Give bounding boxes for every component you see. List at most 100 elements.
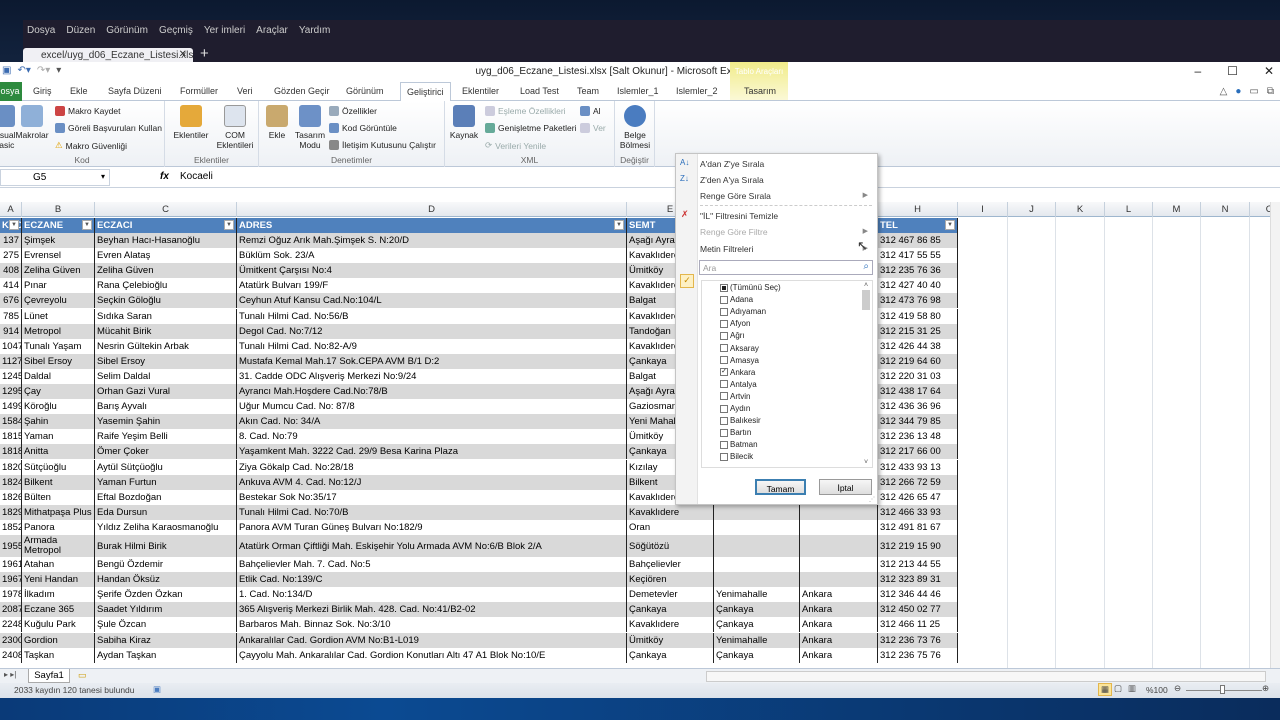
expansion-packs-button[interactable]: Genişletme Paketleri — [485, 123, 576, 133]
cell-i̇l[interactable]: Ankara — [800, 602, 878, 618]
checkbox[interactable] — [720, 344, 728, 352]
filter-list-item[interactable]: ✓ Ankara — [720, 368, 755, 377]
restore-icon[interactable]: ▭ — [1249, 86, 1258, 97]
browser-menu-item[interactable]: Yer imleri — [204, 25, 245, 36]
checkbox[interactable] — [720, 283, 728, 292]
filter-dropdown-icon[interactable]: ▼ — [82, 220, 92, 230]
cell-eczaci[interactable]: Sıdıka Saran — [95, 308, 237, 324]
zoom-level[interactable]: %100 — [1146, 685, 1168, 695]
cell-adres[interactable]: Mustafa Kemal Mah.17 Sok.CEPA AVM B/1 D:… — [237, 353, 627, 369]
cell-i̇l[interactable]: Ankara — [800, 617, 878, 633]
cell-eczaci[interactable]: Mücahit Birik — [95, 323, 237, 339]
cell-i̇l[interactable]: Ankara — [800, 632, 878, 648]
cell-eczaci[interactable]: Saadet Yıldırım — [95, 602, 237, 618]
tab-giri-[interactable]: Giriş — [33, 86, 52, 96]
column-header-j[interactable]: J — [1008, 202, 1056, 217]
cell-i̇l[interactable]: Ankara — [800, 587, 878, 603]
view-code-button[interactable]: Kod Görüntüle — [329, 123, 397, 133]
filter-list-item[interactable]: Afyon — [720, 319, 750, 328]
cell-i̇l[interactable]: Ankara — [800, 647, 878, 663]
column-header-h[interactable]: H — [878, 202, 958, 217]
list-scrollbar[interactable]: ˄ ˅ — [861, 282, 871, 466]
normal-view-icon[interactable]: ▦ — [1098, 683, 1113, 696]
cell-tel[interactable]: 312 346 44 46 — [878, 587, 958, 603]
cell-eczane[interactable]: Zeliha Güven — [22, 263, 95, 279]
checkbox[interactable] — [720, 416, 728, 425]
cell-eczaci[interactable]: Yıldız Zeliha Karaosmanoğlu — [95, 519, 237, 535]
import-button[interactable]: Al — [580, 106, 601, 116]
cell-kod[interactable]: 1815 — [0, 429, 22, 445]
cell-tel[interactable]: 312 219 15 90 — [878, 535, 958, 557]
cell-eczane[interactable]: Bülten — [22, 489, 95, 505]
tab-eklentiler[interactable]: Eklentiler — [462, 86, 499, 96]
cell-eczane[interactable]: Gordion — [22, 632, 95, 648]
cell-i̇lçe[interactable] — [714, 519, 800, 535]
cell-kod[interactable]: 408 — [0, 263, 22, 279]
cell-adres[interactable]: 365 Alışveriş Merkezi Birlik Mah. 428. C… — [237, 602, 627, 618]
cell-tel[interactable]: 312 235 76 36 — [878, 263, 958, 279]
cell-semt[interactable]: Oran — [627, 519, 714, 535]
vertical-scrollbar[interactable] — [1270, 202, 1280, 668]
cell-kod[interactable]: 1818 — [0, 444, 22, 460]
resize-grip-icon[interactable]: ⋰ — [869, 496, 875, 503]
cell-semt[interactable]: Kavaklıdere — [627, 617, 714, 633]
cell-tel[interactable]: 312 466 11 25 — [878, 617, 958, 633]
cell-kod[interactable]: 1820 — [0, 459, 22, 475]
filter-dropdown-icon[interactable]: ▼ — [945, 220, 955, 230]
column-header-a[interactable]: A — [0, 202, 22, 217]
cell-tel[interactable]: 312 220 31 03 — [878, 368, 958, 384]
cell-eczane[interactable]: İlkadım — [22, 587, 95, 603]
minimize-icon[interactable]: – — [1194, 64, 1201, 78]
cell-eczaci[interactable]: Sabiha Kiraz — [95, 632, 237, 648]
cell-eczane[interactable]: Sibel Ersoy — [22, 353, 95, 369]
column-header-n[interactable]: N — [1201, 202, 1250, 217]
cell-eczaci[interactable]: Nesrin Gültekin Arbak — [95, 338, 237, 354]
cell-kod[interactable]: 1852 — [0, 519, 22, 535]
cell-kod[interactable]: 1047 — [0, 338, 22, 354]
tab-file[interactable]: Dosya — [0, 82, 22, 101]
cell-tel[interactable]: 312 433 93 13 — [878, 459, 958, 475]
name-box[interactable]: G5 — [0, 169, 110, 186]
cell-i̇lçe[interactable]: Yenimahalle — [714, 632, 800, 648]
source-button[interactable]: Kaynak — [449, 105, 479, 140]
checkbox[interactable] — [720, 295, 728, 304]
cell-eczaci[interactable]: Beyhan Hacı-Hasanoğlu — [95, 233, 237, 249]
cell-kod[interactable]: 1967 — [0, 572, 22, 588]
cell-eczaci[interactable]: Handan Öksüz — [95, 572, 237, 588]
cell-eczane[interactable]: Anitta — [22, 444, 95, 460]
cell-adres[interactable]: Atatürk Bulvarı 199/F — [237, 278, 627, 294]
tab-g-zden-ge-ir[interactable]: Gözden Geçir — [274, 86, 330, 96]
cell-kod[interactable]: 1295 — [0, 384, 22, 400]
cell-tel[interactable]: 312 219 64 60 — [878, 353, 958, 369]
cell-kod[interactable]: 414 — [0, 278, 22, 294]
checkbox[interactable] — [720, 440, 728, 449]
cell-eczane[interactable]: Bilkent — [22, 474, 95, 490]
browser-menu-item[interactable]: Geçmiş — [159, 25, 193, 36]
cell-kod[interactable]: 1978 — [0, 587, 22, 603]
cell-adres[interactable]: Uğur Mumcu Cad. No: 87/8 — [237, 399, 627, 415]
cell-eczane[interactable]: Köroğlu — [22, 399, 95, 415]
cell-adres[interactable]: Bestekar Sok No:35/17 — [237, 489, 627, 505]
cell-eczane[interactable]: Daldal — [22, 368, 95, 384]
filter-list-item[interactable]: Adana — [720, 295, 753, 304]
tab-load-test[interactable]: Load Test — [520, 86, 559, 96]
cell-tel[interactable]: 312 213 44 55 — [878, 557, 958, 573]
cell-eczane[interactable]: Taşkan — [22, 647, 95, 663]
macros-button[interactable]: Makrolar — [14, 105, 50, 140]
filter-list-item[interactable]: Antalya — [720, 380, 757, 389]
cell-tel[interactable]: 312 438 17 64 — [878, 384, 958, 400]
cell-kod[interactable]: 1584 — [0, 414, 22, 430]
cell-eczane[interactable]: Tunalı Yaşam — [22, 338, 95, 354]
cell-tel[interactable]: 312 473 76 98 — [878, 293, 958, 309]
cell-eczane[interactable]: Yeni Handan — [22, 572, 95, 588]
cell-semt[interactable]: Bahçelievler — [627, 557, 714, 573]
filter-list-item[interactable]: Batman — [720, 440, 758, 449]
cell-adres[interactable]: Ankuva AVM 4. Cad. No:12/J — [237, 474, 627, 490]
cell-eczane[interactable]: Sütçüoğlu — [22, 459, 95, 475]
cell-kod[interactable]: 914 — [0, 323, 22, 339]
cell-kod[interactable]: 137 — [0, 233, 22, 249]
cell-eczaci[interactable]: Zeliha Güven — [95, 263, 237, 279]
cell-adres[interactable]: Tunalı Hilmi Cad. No:82-A/9 — [237, 338, 627, 354]
addins-button[interactable]: Eklentiler — [171, 105, 211, 140]
cell-kod[interactable]: 2248 — [0, 617, 22, 633]
